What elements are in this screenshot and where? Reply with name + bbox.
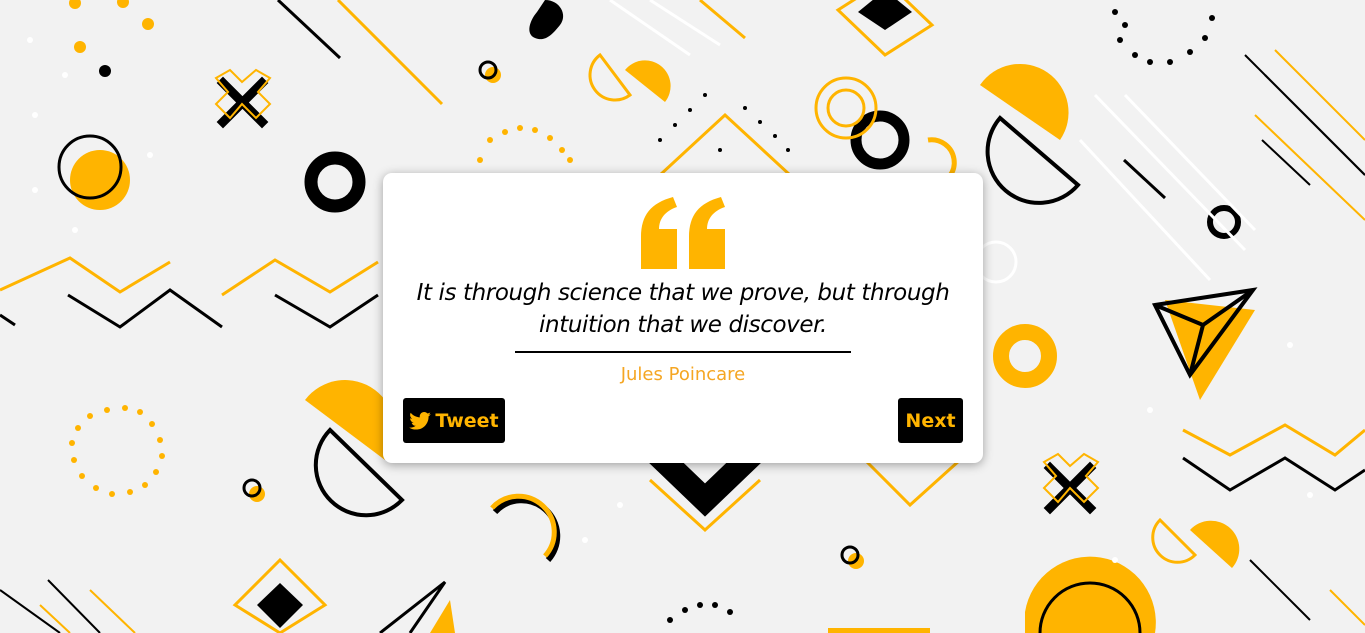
tweet-button-label: Tweet bbox=[435, 409, 499, 432]
quote-author: Jules Poincare bbox=[620, 364, 746, 385]
quote-text: It is through science that we prove, but… bbox=[416, 280, 950, 338]
tweet-button[interactable]: Tweet bbox=[403, 398, 505, 443]
twitter-icon bbox=[409, 411, 432, 430]
quote-icon bbox=[641, 197, 725, 269]
page: It is through science that we prove, but… bbox=[0, 0, 1365, 633]
next-button-label: Next bbox=[905, 409, 956, 432]
next-button[interactable]: Next bbox=[898, 398, 963, 443]
quote-divider bbox=[515, 351, 851, 353]
quote-card: It is through science that we prove, but… bbox=[383, 173, 983, 463]
